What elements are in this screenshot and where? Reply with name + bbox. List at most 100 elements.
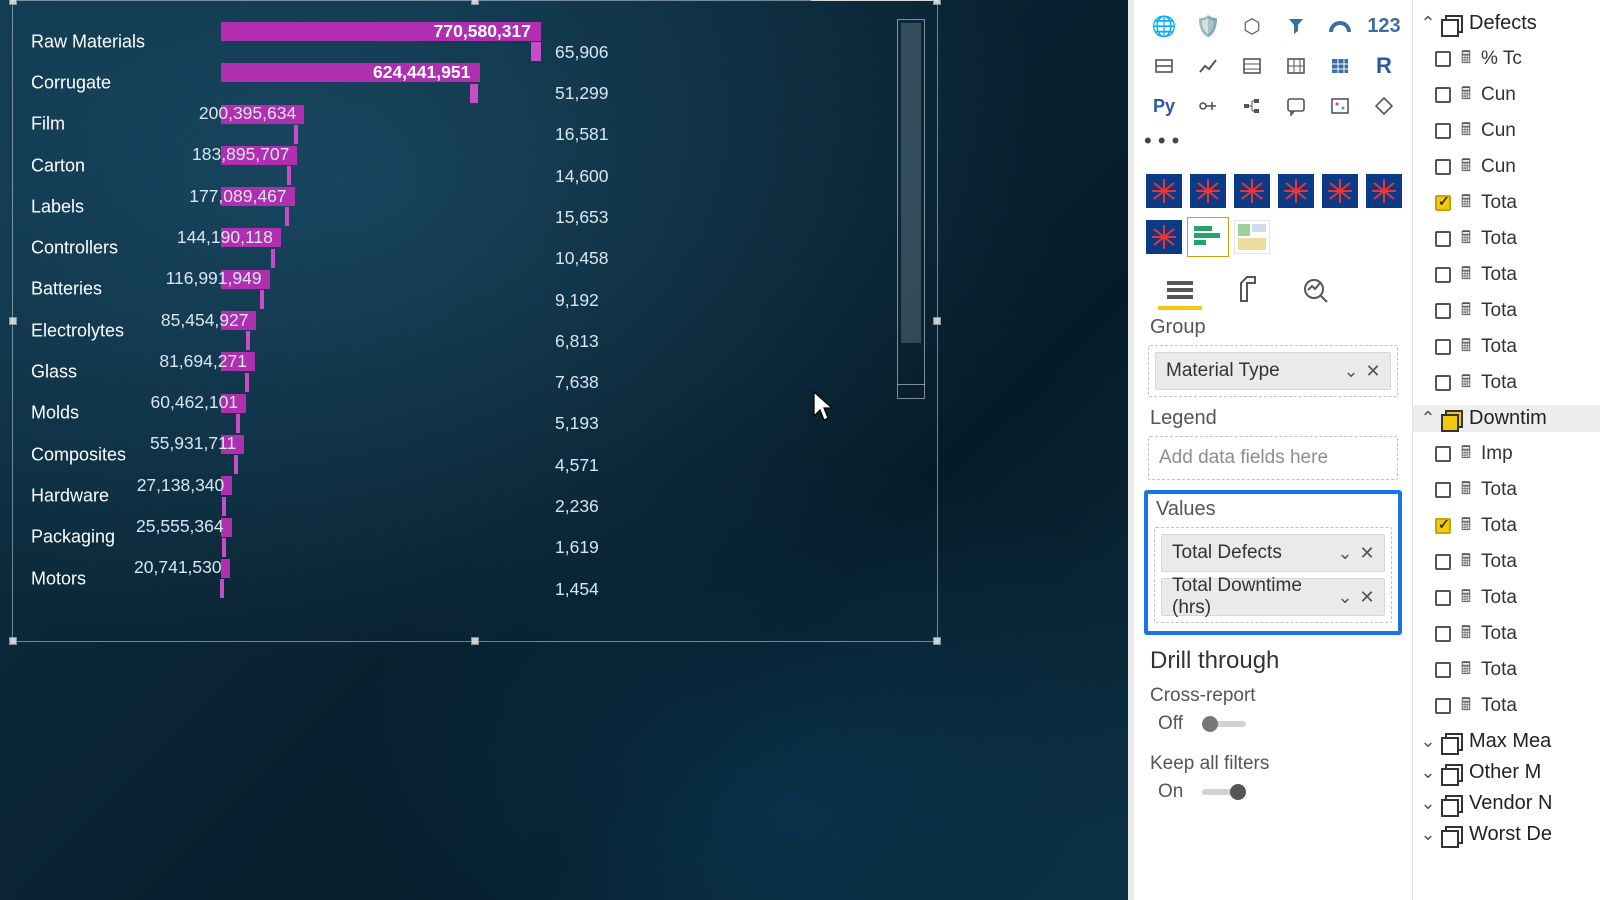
remove-icon[interactable]: ✕ — [1356, 543, 1378, 564]
viz-filled-map-icon[interactable]: 🛡️ — [1188, 8, 1228, 44]
remove-icon[interactable]: ✕ — [1362, 361, 1384, 382]
filter-icon[interactable] — [811, 0, 853, 1]
field-checkbox[interactable] — [1435, 518, 1451, 534]
custom-viz-2[interactable] — [1188, 172, 1228, 210]
chevron-down-icon[interactable]: ⌄ — [1334, 543, 1356, 564]
field-checkbox[interactable] — [1435, 267, 1451, 283]
remove-icon[interactable]: ✕ — [1356, 587, 1378, 608]
chevron-down-icon[interactable]: ⌄ — [1419, 762, 1437, 783]
legend-well[interactable]: Add data fields here — [1148, 436, 1398, 480]
field-row[interactable]: 🖩Tota — [1413, 329, 1600, 365]
custom-viz-1[interactable] — [1144, 172, 1184, 210]
viz-decomposition-icon[interactable] — [1232, 88, 1272, 124]
bar-downtime[interactable] — [234, 455, 238, 474]
fields-tab-icon[interactable] — [1158, 270, 1202, 310]
chevron-down-icon[interactable]: ⌄ — [1419, 793, 1437, 814]
viz-kpi-icon[interactable] — [1188, 48, 1228, 84]
field-row[interactable]: 🖩Tota — [1413, 688, 1600, 724]
field-checkbox[interactable] — [1435, 123, 1451, 139]
viz-matrix-icon[interactable] — [1320, 48, 1360, 84]
visual-tornado-chart[interactable]: ••• Raw Materials770,580,31765,906Corrug… — [12, 0, 938, 642]
custom-viz-tornado[interactable] — [1188, 218, 1228, 256]
focus-mode-icon[interactable] — [853, 0, 895, 1]
field-checkbox[interactable] — [1435, 51, 1451, 67]
bar-downtime[interactable] — [245, 373, 249, 392]
chevron-down-icon[interactable]: ⌄ — [1340, 361, 1362, 382]
value-chip-total-downtime[interactable]: Total Downtime (hrs) ⌄ ✕ — [1161, 578, 1385, 616]
field-row[interactable]: 🖩Tota — [1413, 257, 1600, 293]
custom-viz-6[interactable] — [1364, 172, 1404, 210]
field-row[interactable]: 🖩Cun — [1413, 77, 1600, 113]
table-defects[interactable]: ⌃Defects — [1413, 10, 1600, 37]
value-chip-total-defects[interactable]: Total Defects ⌄ ✕ — [1161, 534, 1385, 572]
field-checkbox[interactable] — [1435, 303, 1451, 319]
field-row[interactable]: 🖩Tota — [1413, 221, 1600, 257]
group-well[interactable]: Material Type ⌄ ✕ — [1148, 345, 1398, 397]
field-checkbox[interactable] — [1435, 626, 1451, 642]
viz-qna-icon[interactable] — [1276, 88, 1316, 124]
chevron-down-icon[interactable]: ⌄ — [1419, 731, 1437, 752]
viz-multi-card-icon[interactable] — [1144, 48, 1184, 84]
field-checkbox[interactable] — [1435, 446, 1451, 462]
viz-globe-icon[interactable]: 🌐 — [1144, 8, 1184, 44]
viz-funnel-icon[interactable] — [1276, 8, 1316, 44]
analytics-tab-icon[interactable] — [1294, 270, 1338, 310]
table-vendor n[interactable]: ⌄Vendor N — [1413, 790, 1600, 817]
viz-r-icon[interactable]: R — [1364, 48, 1404, 84]
field-checkbox[interactable] — [1435, 231, 1451, 247]
cross-report-toggle[interactable] — [1202, 721, 1246, 727]
field-row[interactable]: 🖩Tota — [1413, 185, 1600, 221]
field-row[interactable]: 🖩Tota — [1413, 580, 1600, 616]
bar-downtime[interactable] — [470, 84, 477, 103]
field-checkbox[interactable] — [1435, 554, 1451, 570]
field-checkbox[interactable] — [1435, 590, 1451, 606]
field-row[interactable]: 🖩Tota — [1413, 472, 1600, 508]
viz-python-icon[interactable]: Py — [1144, 88, 1184, 124]
bar-defects[interactable] — [221, 559, 230, 578]
more-options-icon[interactable]: ••• — [895, 0, 937, 1]
bar-downtime[interactable] — [220, 579, 224, 598]
field-checkbox[interactable] — [1435, 339, 1451, 355]
bar-downtime[interactable] — [246, 331, 250, 350]
viz-more-icon[interactable]: • • • — [1144, 128, 1404, 146]
field-checkbox[interactable] — [1435, 482, 1451, 498]
values-well[interactable]: Total Defects ⌄ ✕ Total Downtime (hrs) ⌄… — [1154, 527, 1392, 623]
field-row[interactable]: 🖩Cun — [1413, 149, 1600, 185]
table-worst de[interactable]: ⌄Worst De — [1413, 821, 1600, 848]
format-tab-icon[interactable] — [1226, 270, 1270, 310]
field-checkbox[interactable] — [1435, 195, 1451, 211]
field-row[interactable]: 🖩Tota — [1413, 544, 1600, 580]
custom-viz-4[interactable] — [1276, 172, 1316, 210]
viz-key-influencers-icon[interactable] — [1188, 88, 1228, 124]
table-other m[interactable]: ⌄Other M — [1413, 759, 1600, 786]
report-canvas[interactable]: ••• Raw Materials770,580,31765,906Corrug… — [0, 0, 1128, 900]
field-row[interactable]: 🖩Tota — [1413, 508, 1600, 544]
custom-viz-7[interactable] — [1144, 218, 1184, 256]
bar-downtime[interactable] — [271, 249, 275, 268]
field-row[interactable]: 🖩Tota — [1413, 652, 1600, 688]
field-checkbox[interactable] — [1435, 698, 1451, 714]
custom-viz-synoptic[interactable] — [1232, 218, 1272, 256]
chevron-down-icon[interactable]: ⌄ — [1334, 587, 1356, 608]
chevron-up-icon[interactable]: ⌃ — [1419, 13, 1437, 34]
viz-smart-narrative-icon[interactable] — [1320, 88, 1360, 124]
field-checkbox[interactable] — [1435, 662, 1451, 678]
field-row[interactable]: 🖩% Tc — [1413, 41, 1600, 77]
bar-downtime[interactable] — [236, 414, 240, 433]
viz-shape-map-icon[interactable]: ⬡ — [1232, 8, 1272, 44]
zoom-slider[interactable] — [897, 19, 925, 399]
bar-downtime[interactable] — [531, 42, 541, 61]
bar-downtime[interactable] — [260, 290, 264, 309]
field-row[interactable]: 🖩Tota — [1413, 293, 1600, 329]
viz-slicer-icon[interactable] — [1232, 48, 1272, 84]
table-downtim[interactable]: ⌃Downtim — [1413, 405, 1600, 432]
bar-downtime[interactable] — [294, 125, 298, 144]
table-max mea[interactable]: ⌄Max Mea — [1413, 728, 1600, 755]
bar-downtime[interactable] — [222, 497, 226, 516]
viz-paginated-icon[interactable] — [1364, 88, 1404, 124]
group-chip-material-type[interactable]: Material Type ⌄ ✕ — [1155, 352, 1391, 390]
chevron-down-icon[interactable]: ⌄ — [1419, 824, 1437, 845]
bar-downtime[interactable] — [285, 207, 289, 226]
field-row[interactable]: 🖩Imp — [1413, 436, 1600, 472]
bar-downtime[interactable] — [222, 538, 226, 557]
